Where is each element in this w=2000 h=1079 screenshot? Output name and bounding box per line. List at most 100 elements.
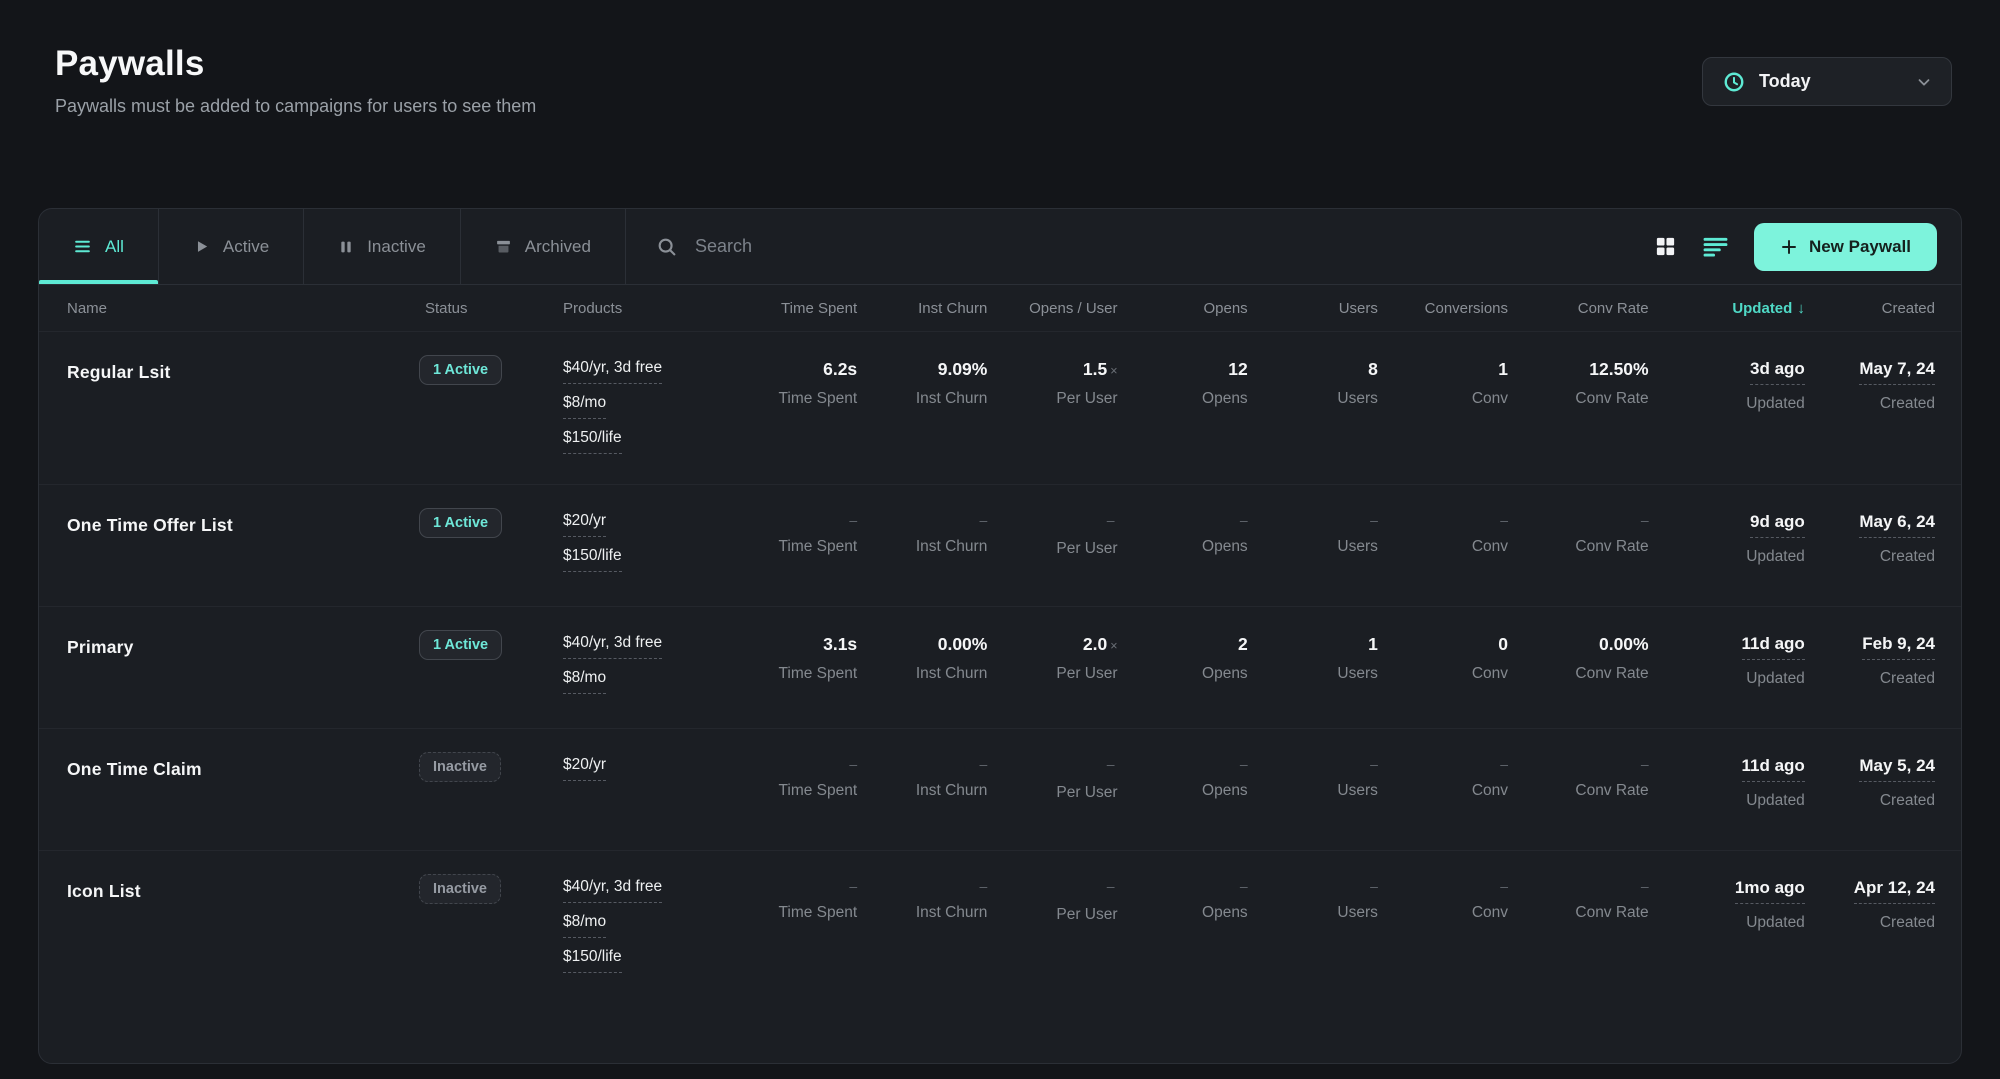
tab-inactive[interactable]: Inactive: [304, 209, 461, 284]
col-header-name[interactable]: Name: [67, 300, 419, 317]
col-header-users[interactable]: Users: [1248, 300, 1378, 317]
product-item[interactable]: $40/yr, 3d free: [563, 878, 662, 903]
table-row[interactable]: One Time Claim Inactive $20/yr –Time Spe…: [39, 728, 1961, 850]
metric-opens-per-user: 2.0×Per User: [987, 634, 1117, 683]
metric-inst-churn: –Inst Churn: [857, 512, 987, 556]
time-filter-dropdown[interactable]: Today: [1702, 57, 1952, 106]
view-toggles: [1654, 209, 1754, 284]
col-header-opens[interactable]: Opens: [1118, 300, 1248, 317]
metric-conv-rate: –Conv Rate: [1508, 878, 1649, 922]
archive-icon: [495, 238, 512, 255]
metric-updated: 3d agoUpdated: [1649, 359, 1805, 413]
paywall-name: One Time Claim: [67, 756, 419, 780]
metric-users: –Users: [1248, 512, 1378, 556]
metric-updated: 1mo agoUpdated: [1649, 878, 1805, 932]
metric-time-spent: –Time Spent: [727, 878, 857, 922]
metric-opens-per-user: –Per User: [987, 878, 1117, 924]
products-list: $40/yr, 3d free $8/mo $150/life: [547, 878, 727, 983]
products-list: $20/yr: [547, 756, 727, 791]
metric-time-spent: 3.1sTime Spent: [727, 634, 857, 683]
metric-created: Apr 12, 24Created: [1805, 878, 1935, 932]
list-view-button[interactable]: [1703, 236, 1728, 257]
tab-active-label: Active: [223, 237, 269, 257]
page-heading-block: Paywalls Paywalls must be added to campa…: [55, 44, 536, 117]
tab-all-label: All: [105, 237, 124, 257]
product-item[interactable]: $150/life: [563, 429, 622, 454]
search-box: [626, 209, 1654, 284]
col-header-time-spent[interactable]: Time Spent: [727, 300, 857, 317]
metric-created: May 5, 24Created: [1805, 756, 1935, 810]
table-header-row: Name Status Products Time Spent Inst Chu…: [39, 285, 1961, 331]
metric-opens: –Opens: [1118, 756, 1248, 800]
metric-conversions: –Conv: [1378, 878, 1508, 922]
metric-inst-churn: 9.09%Inst Churn: [857, 359, 987, 408]
status-badge: 1 Active: [419, 355, 502, 385]
col-header-products[interactable]: Products: [547, 300, 727, 317]
product-item[interactable]: $150/life: [563, 948, 622, 973]
paywall-name: Primary: [67, 634, 419, 658]
search-input[interactable]: [695, 236, 1624, 257]
paywall-name: Regular Lsit: [67, 359, 419, 383]
tab-active[interactable]: Active: [159, 209, 304, 284]
metric-conversions: –Conv: [1378, 756, 1508, 800]
clock-icon: [1723, 71, 1745, 93]
product-item[interactable]: $40/yr, 3d free: [563, 634, 662, 659]
metric-inst-churn: –Inst Churn: [857, 756, 987, 800]
metric-users: –Users: [1248, 756, 1378, 800]
tab-all[interactable]: All: [39, 209, 159, 284]
metric-created: May 7, 24Created: [1805, 359, 1935, 413]
metric-created: May 6, 24Created: [1805, 512, 1935, 566]
metric-conv-rate: –Conv Rate: [1508, 512, 1649, 556]
chevron-down-icon: [1915, 73, 1933, 91]
metric-inst-churn: –Inst Churn: [857, 878, 987, 922]
col-header-updated[interactable]: Updated↓: [1649, 300, 1805, 317]
tab-archived[interactable]: Archived: [461, 209, 626, 284]
table-row[interactable]: Icon List Inactive $40/yr, 3d free $8/mo…: [39, 850, 1961, 1003]
col-header-conv-rate[interactable]: Conv Rate: [1508, 300, 1649, 317]
metric-inst-churn: 0.00%Inst Churn: [857, 634, 987, 683]
paywall-name: Icon List: [67, 878, 419, 902]
status-badge: Inactive: [419, 752, 501, 782]
grid-view-icon: [1654, 235, 1677, 258]
product-item[interactable]: $8/mo: [563, 394, 606, 419]
products-list: $40/yr, 3d free $8/mo $150/life: [547, 359, 727, 464]
metric-opens-per-user: 1.5×Per User: [987, 359, 1117, 408]
time-filter-value: Today: [1759, 71, 1915, 92]
metric-opens: –Opens: [1118, 512, 1248, 556]
plus-icon: [1780, 238, 1798, 256]
tab-bar: All Active Inactive Archived: [39, 209, 1961, 285]
metric-opens: 12Opens: [1118, 359, 1248, 408]
product-item[interactable]: $150/life: [563, 547, 622, 572]
table-row[interactable]: Primary 1 Active $40/yr, 3d free $8/mo 3…: [39, 606, 1961, 728]
product-item[interactable]: $8/mo: [563, 669, 606, 694]
col-header-opens-user[interactable]: Opens / User: [987, 300, 1117, 317]
product-item[interactable]: $20/yr: [563, 756, 606, 781]
metric-updated: 11d agoUpdated: [1649, 634, 1805, 688]
metric-updated: 11d agoUpdated: [1649, 756, 1805, 810]
metric-opens-per-user: –Per User: [987, 512, 1117, 558]
status-badge: 1 Active: [419, 508, 502, 538]
new-paywall-button[interactable]: New Paywall: [1754, 223, 1937, 271]
col-header-conversions[interactable]: Conversions: [1378, 300, 1508, 317]
tab-archived-label: Archived: [525, 237, 591, 257]
search-icon: [656, 236, 678, 258]
products-list: $20/yr $150/life: [547, 512, 727, 582]
products-list: $40/yr, 3d free $8/mo: [547, 634, 727, 704]
metric-time-spent: 6.2sTime Spent: [727, 359, 857, 408]
product-item[interactable]: $20/yr: [563, 512, 606, 537]
metric-conversions: 1Conv: [1378, 359, 1508, 408]
col-header-created[interactable]: Created: [1805, 300, 1935, 317]
table-row[interactable]: Regular Lsit 1 Active $40/yr, 3d free $8…: [39, 331, 1961, 484]
grid-view-button[interactable]: [1654, 235, 1677, 258]
col-header-inst-churn[interactable]: Inst Churn: [857, 300, 987, 317]
page-subtitle: Paywalls must be added to campaigns for …: [55, 96, 536, 117]
list-view-icon: [1703, 236, 1728, 257]
metric-updated: 9d agoUpdated: [1649, 512, 1805, 566]
product-item[interactable]: $8/mo: [563, 913, 606, 938]
metric-created: Feb 9, 24Created: [1805, 634, 1935, 688]
col-header-status[interactable]: Status: [419, 300, 547, 317]
metric-opens: –Opens: [1118, 878, 1248, 922]
metric-conv-rate: –Conv Rate: [1508, 756, 1649, 800]
product-item[interactable]: $40/yr, 3d free: [563, 359, 662, 384]
table-row[interactable]: One Time Offer List 1 Active $20/yr $150…: [39, 484, 1961, 606]
